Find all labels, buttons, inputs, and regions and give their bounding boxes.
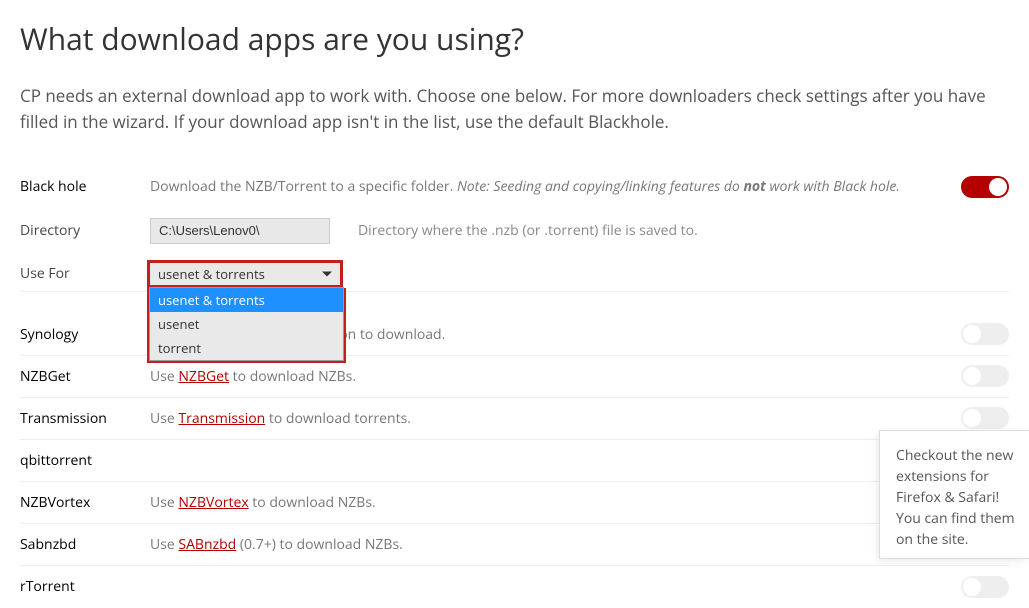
directory-row: Directory Directory where the .nzb (or .…	[20, 210, 1009, 252]
qbittorrent-row: qbittorrent	[20, 440, 1009, 482]
usefor-option-both[interactable]: usenet & torrents	[150, 288, 343, 312]
blackhole-note-suffix: work with Black hole.	[766, 177, 900, 196]
nzbvortex-label: NZBVortex	[20, 493, 150, 512]
synology-toggle[interactable]	[961, 323, 1009, 345]
sabnzbd-post: (0.7+) to download NZBs.	[236, 535, 403, 554]
blackhole-row: Black hole Download the NZB/Torrent to a…	[20, 172, 1009, 202]
rtorrent-row: rTorrent	[20, 566, 1009, 608]
page-subtitle: CP needs an external download app to wor…	[20, 83, 1009, 136]
blackhole-note-prefix: Note: Seeding and copying/linking featur…	[457, 177, 744, 196]
usefor-label: Use For	[20, 260, 150, 283]
qbittorrent-label: qbittorrent	[20, 451, 150, 470]
directory-hint: Directory where the .nzb (or .torrent) f…	[358, 221, 698, 240]
blackhole-note-bold: not	[743, 177, 765, 196]
nzbget-post: to download NZBs.	[229, 367, 356, 386]
page-title: What download apps are you using?	[20, 18, 1009, 59]
sabnzbd-label: Sabnzbd	[20, 535, 150, 554]
rtorrent-label: rTorrent	[20, 577, 150, 596]
directory-label: Directory	[20, 221, 150, 240]
nzbget-pre: Use	[150, 367, 178, 386]
extension-popup: Checkout the new extensions for Firefox …	[879, 430, 1029, 559]
nzbvortex-link[interactable]: NZBVortex	[178, 493, 248, 512]
usefor-dropdown: usenet & torrents usenet torrent	[147, 288, 346, 363]
transmission-pre: Use	[150, 409, 178, 428]
transmission-row: Transmission Use Transmission to downloa…	[20, 398, 1009, 440]
transmission-label: Transmission	[20, 409, 150, 428]
nzbget-toggle[interactable]	[961, 365, 1009, 387]
nzbget-label: NZBGet	[20, 367, 150, 386]
transmission-desc: Use Transmission to download torrents.	[150, 409, 961, 428]
rtorrent-toggle[interactable]	[961, 576, 1009, 598]
directory-input[interactable]	[150, 218, 330, 244]
usefor-select[interactable]: usenet & torrents	[147, 260, 343, 288]
nzbvortex-desc: Use NZBVortex to download NZBs.	[150, 493, 961, 512]
usefor-selected: usenet & torrents	[158, 265, 265, 283]
sabnzbd-desc: Use SABnzbd (0.7+) to download NZBs.	[150, 535, 961, 554]
nzbvortex-row: NZBVortex Use NZBVortex to download NZBs…	[20, 482, 1009, 524]
synology-label: Synology	[20, 325, 150, 344]
nzbget-link[interactable]: NZBGet	[178, 367, 229, 386]
blackhole-label: Black hole	[20, 177, 150, 196]
blackhole-toggle[interactable]	[961, 176, 1009, 198]
usefor-option-usenet[interactable]: usenet	[150, 312, 343, 336]
popup-text: Checkout the new extensions for Firefox …	[896, 446, 1015, 549]
transmission-link[interactable]: Transmission	[178, 409, 265, 428]
sabnzbd-pre: Use	[150, 535, 178, 554]
sabnzbd-link[interactable]: SABnzbd	[178, 535, 236, 554]
transmission-post: to download torrents.	[265, 409, 411, 428]
transmission-toggle[interactable]	[961, 407, 1009, 429]
usefor-option-torrent[interactable]: torrent	[150, 336, 343, 360]
usefor-row: Use For usenet & torrents usenet & torre…	[20, 252, 1009, 292]
blackhole-desc-prefix: Download the NZB/Torrent to a specific f…	[150, 177, 457, 196]
nzbget-desc: Use NZBGet to download NZBs.	[150, 367, 961, 386]
nzbvortex-post: to download NZBs.	[249, 493, 376, 512]
nzbvortex-pre: Use	[150, 493, 178, 512]
chevron-down-icon	[322, 271, 332, 276]
sabnzbd-row: Sabnzbd Use SABnzbd (0.7+) to download N…	[20, 524, 1009, 566]
blackhole-desc: Download the NZB/Torrent to a specific f…	[150, 177, 961, 196]
